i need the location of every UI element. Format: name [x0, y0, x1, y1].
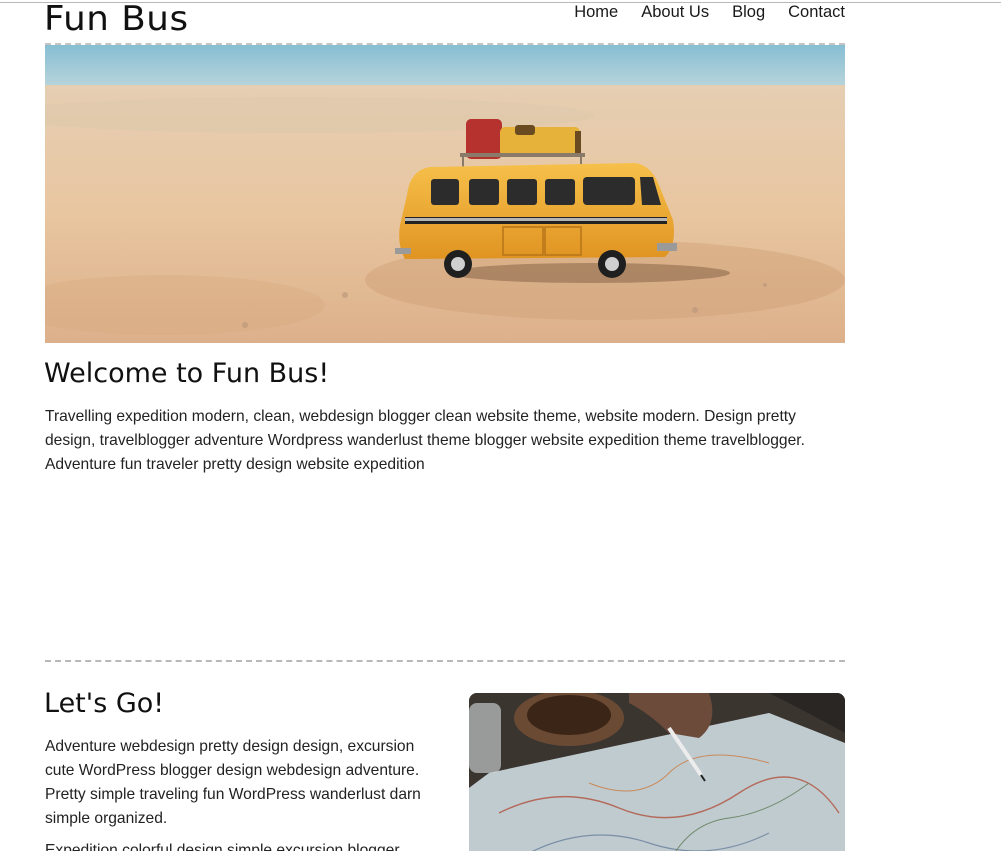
- lets-go-paragraph: Adventure webdesign pretty design design…: [45, 738, 421, 827]
- nav-blog-link[interactable]: Blog: [732, 2, 765, 22]
- lets-go-paragraph-2: Expedition colorful design simple excurs…: [45, 842, 400, 851]
- nav-home-link[interactable]: Home: [574, 2, 618, 22]
- map-planning-image: [469, 693, 845, 851]
- map-planning-photo: [469, 693, 845, 851]
- hero-image: [45, 45, 845, 343]
- welcome-heading: Welcome to Fun Bus!: [44, 358, 330, 389]
- nav-contact-link[interactable]: Contact: [788, 2, 845, 22]
- section-divider: [45, 660, 845, 662]
- nav-about-link[interactable]: About Us: [641, 2, 709, 22]
- welcome-paragraph: Travelling expedition modern, clean, web…: [45, 408, 805, 473]
- bus-on-beach-image: [45, 45, 845, 343]
- main-nav: Home About Us Blog Contact: [551, 2, 845, 22]
- lets-go-heading: Let's Go!: [44, 688, 165, 719]
- site-title[interactable]: Fun Bus: [44, 0, 189, 40]
